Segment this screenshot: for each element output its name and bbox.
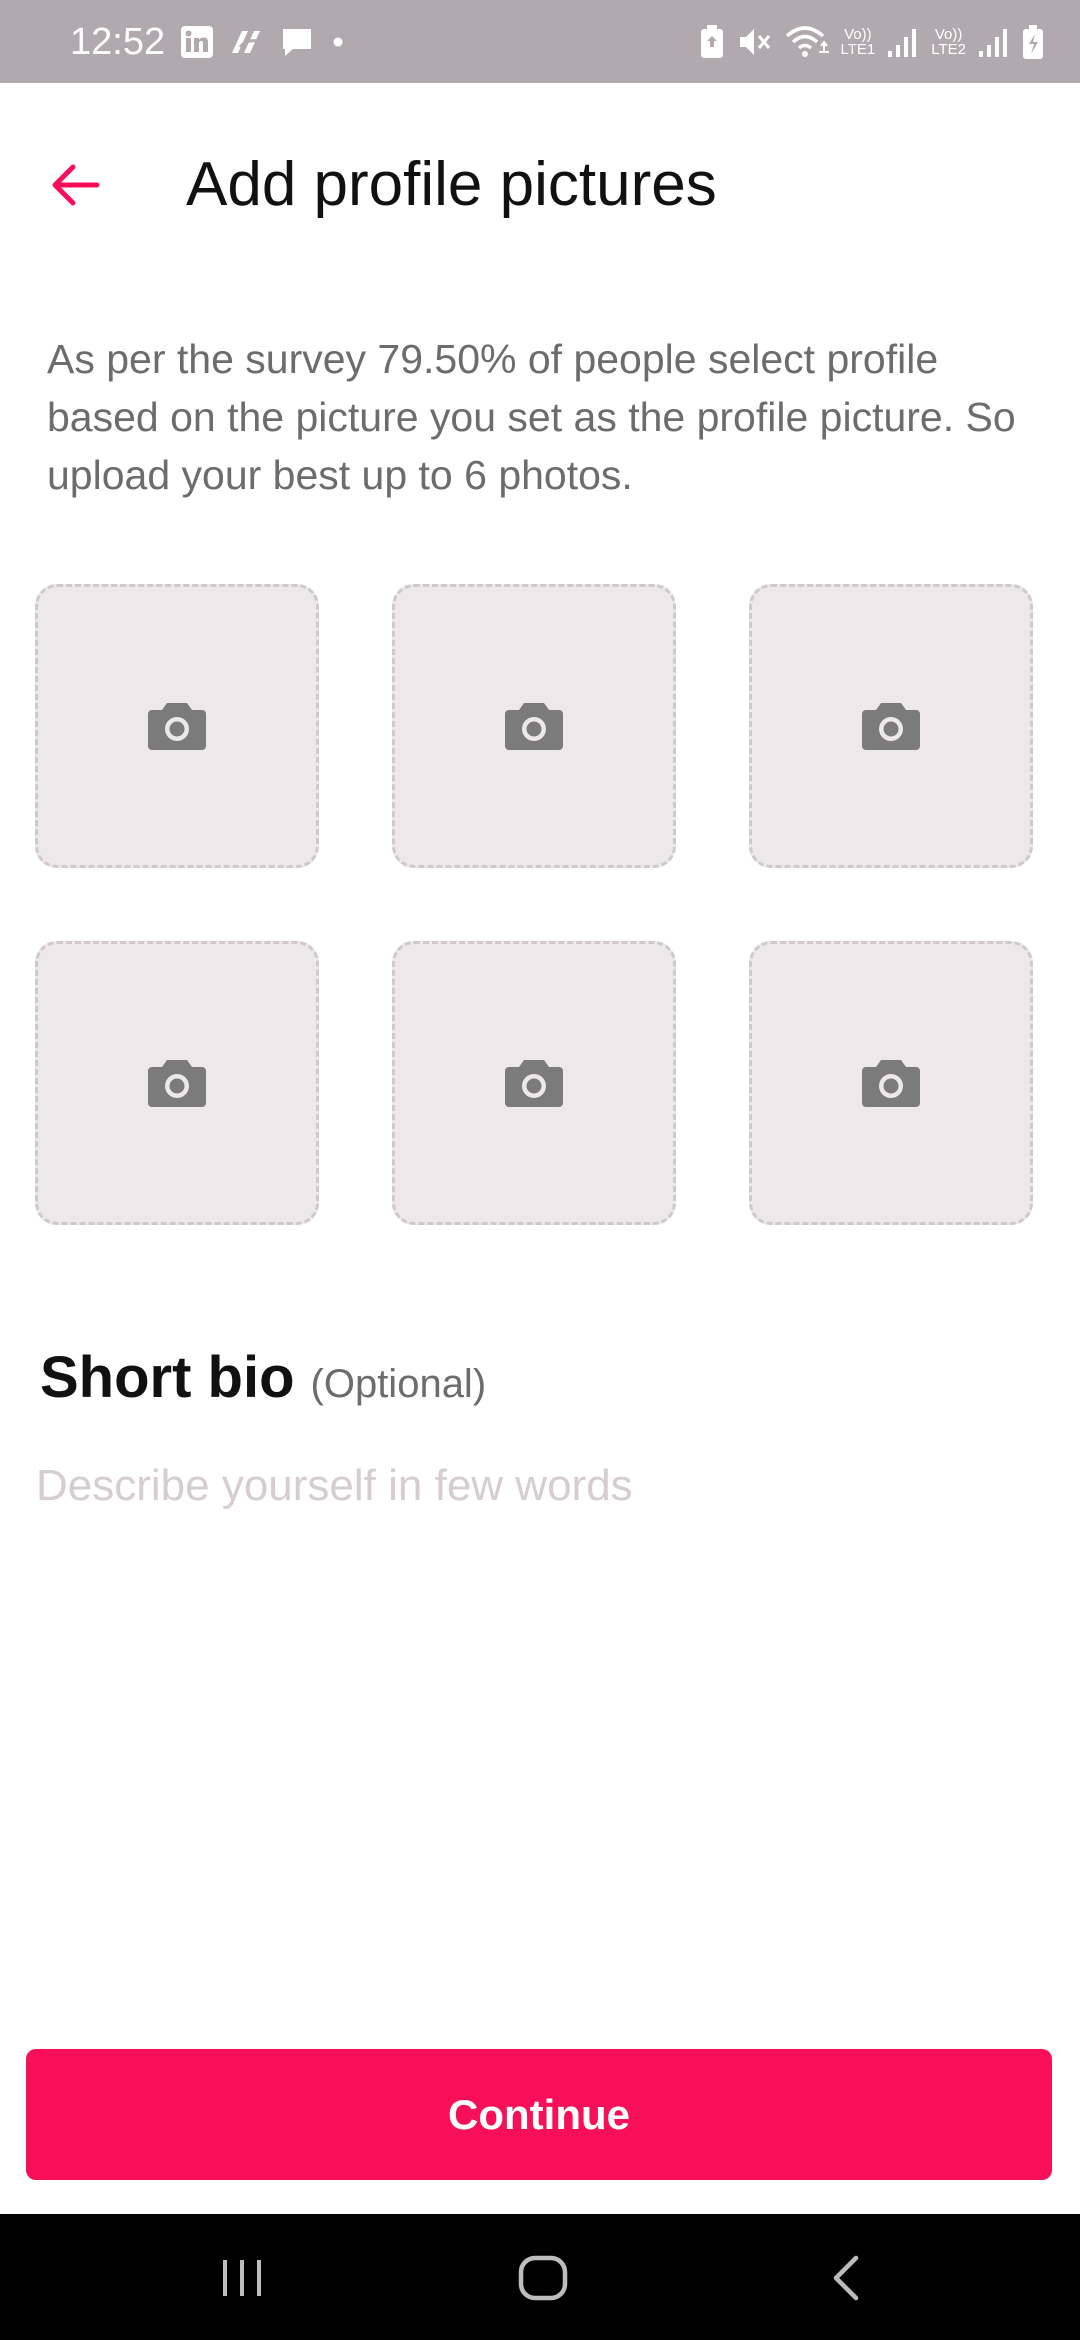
status-time: 12:52 (70, 21, 166, 63)
battery-icon (1023, 25, 1043, 59)
photo-slot-4[interactable] (35, 941, 319, 1225)
bio-optional-label: (Optional) (310, 1362, 487, 1406)
sim2-label-bottom: LTE2 (931, 41, 966, 58)
sim1-label-bottom: LTE1 (840, 41, 876, 58)
status-notification-icons (180, 24, 348, 60)
sim1-label: Vo)) LTE1 (841, 27, 876, 57)
nav-back-button[interactable] (806, 2238, 886, 2318)
signal-sim1-icon (888, 29, 917, 57)
bio-title: Short bio (40, 1345, 295, 1410)
recents-button[interactable] (202, 2238, 282, 2318)
signal-sim2-icon (979, 29, 1007, 57)
camera-icon (148, 703, 206, 750)
camera-icon (862, 703, 920, 750)
chat-bubble-icon (283, 29, 311, 56)
bio-heading: Short bio (Optional) (40, 1344, 486, 1424)
wifi-icon (785, 26, 829, 57)
sim2-label-top: Vo)) (934, 26, 963, 43)
camera-icon (505, 703, 563, 750)
status-bar: 12:52 Vo)) LTE1 Vo)) LTE2 (0, 0, 1080, 83)
description-text: As per the survey 79.50% of people selec… (47, 336, 1016, 498)
photo-slot-1[interactable] (35, 584, 319, 868)
sim2-label: Vo)) LTE2 (931, 27, 966, 57)
camera-icon (862, 1060, 920, 1107)
home-icon (518, 2255, 568, 2301)
continue-button[interactable]: Continue (26, 2049, 1052, 2180)
home-button[interactable] (503, 2238, 583, 2318)
dot-icon (333, 37, 343, 47)
system-nav-bar (0, 2214, 1080, 2340)
page-title: Add profile pictures (186, 150, 717, 219)
mute-icon (739, 29, 770, 55)
photo-slot-3[interactable] (749, 584, 1033, 868)
photo-slot-6[interactable] (749, 941, 1033, 1225)
bio-input[interactable] (36, 1450, 1046, 1522)
camera-icon (505, 1060, 563, 1107)
sim1-label-top: Vo)) (844, 26, 872, 43)
status-system-icons: Vo)) LTE1 Vo)) LTE2 (699, 22, 1045, 62)
battery-saver-icon (700, 25, 723, 58)
photo-slot-2[interactable] (392, 584, 676, 868)
photo-slot-5[interactable] (392, 941, 676, 1225)
recents-icon (223, 2260, 261, 2296)
camera-icon (148, 1060, 206, 1107)
back-button[interactable] (40, 150, 110, 220)
linkedin-icon (181, 26, 213, 58)
back-icon (833, 2255, 859, 2301)
app-notification-icon (232, 31, 260, 53)
arrow-left-icon (52, 164, 100, 206)
